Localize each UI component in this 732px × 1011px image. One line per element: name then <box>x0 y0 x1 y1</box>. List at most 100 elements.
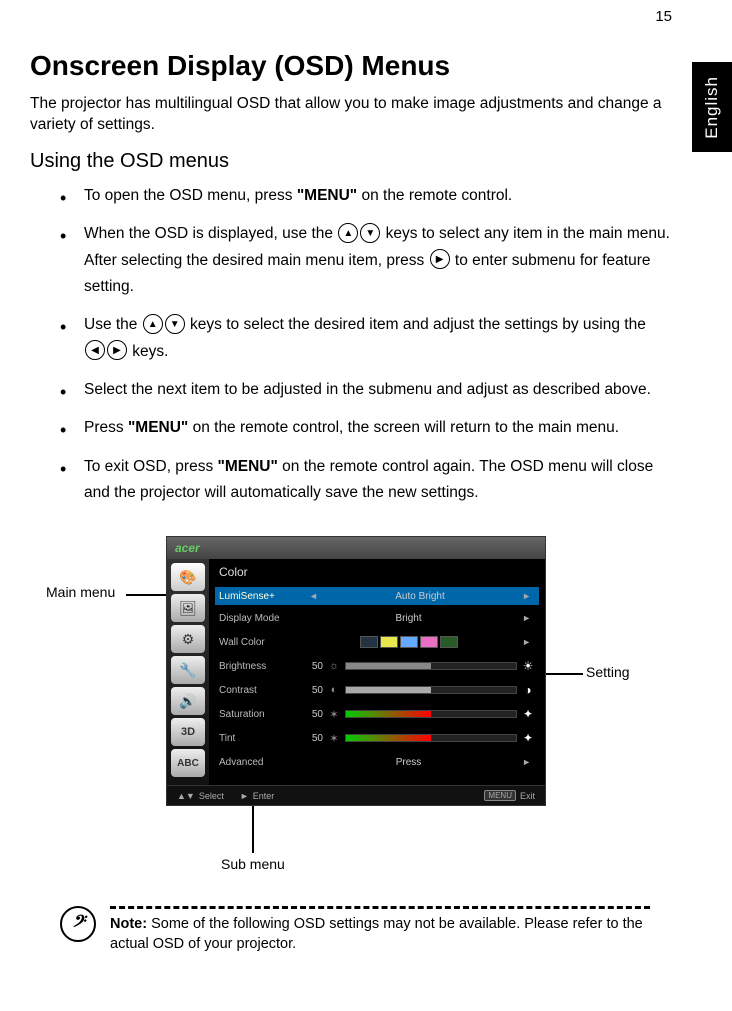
slider-bar <box>345 686 517 694</box>
list-item: Press "MENU" on the remote control, the … <box>60 415 670 441</box>
slider-value: 50 <box>305 709 323 720</box>
note-block: 𝄢 Note: Some of the following OSD settin… <box>30 906 670 954</box>
text: When the OSD is displayed, use the <box>84 225 337 242</box>
text: keys to select the desired item and adju… <box>186 316 646 333</box>
osd-row-wall-color: Wall Color ► <box>219 633 535 651</box>
language-icon: ABC <box>171 749 205 777</box>
osd-main: Color LumiSense+ ◄ Auto Bright ► Display… <box>209 559 545 785</box>
footer-select: ▲▼ Select <box>177 791 224 801</box>
section-heading: Using the OSD menus <box>30 150 682 173</box>
footer-exit: MENU Exit <box>484 790 535 801</box>
osd-row-display-mode: Display Mode Bright ► <box>219 609 535 627</box>
osd-row-contrast: Contrast 50 ◐ ◑ <box>219 681 535 699</box>
osd-footer: ▲▼ Select ► Enter MENU Exit <box>167 785 545 805</box>
osd-brand: acer <box>167 537 545 559</box>
row-label: Wall Color <box>219 637 299 648</box>
row-label: Tint <box>219 733 299 744</box>
slider-bar <box>345 662 517 670</box>
right-arrow-icon: ► <box>518 591 535 601</box>
menu-keyword: "MENU" <box>128 419 188 436</box>
up-icon: ▲ <box>143 314 163 334</box>
management-icon: 🔧 <box>171 656 205 684</box>
dashed-divider <box>110 906 650 909</box>
footer-enter: ► Enter <box>240 791 274 801</box>
audio-icon: 🔊 <box>171 687 205 715</box>
list-item: When the OSD is displayed, use the ▲▼ ke… <box>60 221 670 300</box>
text: on the remote control, the screen will r… <box>188 419 619 436</box>
osd-panel-title: Color <box>219 565 535 579</box>
slider-value: 50 <box>305 685 323 696</box>
setting-icon: ⚙ <box>171 625 205 653</box>
low-contrast-icon: ◐ <box>327 683 341 697</box>
note-text: Note: Some of the following OSD settings… <box>110 915 670 954</box>
row-value: Press <box>305 757 512 768</box>
high-contrast-icon: ◑ <box>521 683 535 697</box>
threed-icon: 3D <box>171 718 205 746</box>
menu-keyword: "MENU" <box>218 458 278 475</box>
instruction-list: To open the OSD menu, press "MENU" on th… <box>30 183 670 506</box>
swatch <box>440 636 458 648</box>
right-arrow-icon: ► <box>518 637 535 647</box>
note-icon: 𝄢 <box>60 906 96 942</box>
note-label: Note: <box>110 916 147 932</box>
swatch <box>360 636 378 648</box>
color-icon: 🎨 <box>171 563 205 591</box>
row-label: Brightness <box>219 661 299 672</box>
low-sat-icon: ✶ <box>327 707 341 721</box>
row-label: Saturation <box>219 709 299 720</box>
list-item: Select the next item to be adjusted in t… <box>60 377 670 403</box>
osd-panel: acer 🎨 🖼 ⚙ 🔧 🔊 3D ABC Color LumiSense+ ◄ <box>166 536 546 806</box>
language-tab: English <box>692 62 732 152</box>
footer-label: Exit <box>520 791 535 801</box>
text: on the remote control. <box>357 187 512 204</box>
low-tint-icon: ✶ <box>327 731 341 745</box>
page-number: 15 <box>655 8 672 25</box>
right-icon: ▶ <box>430 249 450 269</box>
text: Press <box>84 419 128 436</box>
text: To open the OSD menu, press <box>84 187 297 204</box>
text: To exit OSD, press <box>84 458 218 475</box>
osd-row-brightness: Brightness 50 ☼ ☀ <box>219 657 535 675</box>
osd-row-saturation: Saturation 50 ✶ ✦ <box>219 705 535 723</box>
left-icon: ◀ <box>85 340 105 360</box>
right-arrow-icon: ► <box>518 757 535 767</box>
swatch <box>420 636 438 648</box>
osd-row-advanced: Advanced Press ► <box>219 753 535 771</box>
list-item: To exit OSD, press "MENU" on the remote … <box>60 454 670 507</box>
high-tint-icon: ✦ <box>521 731 535 745</box>
slider-bar <box>345 710 517 718</box>
slider-bar <box>345 734 517 742</box>
osd-row-lumisense: LumiSense+ ◄ Auto Bright ► <box>215 587 539 605</box>
row-value: Bright <box>305 613 512 624</box>
osd-figure: Main menu Setting Sub menu acer 🎨 🖼 ⚙ 🔧 … <box>46 536 666 886</box>
menu-keyword: "MENU" <box>297 187 357 204</box>
intro-text: The projector has multilingual OSD that … <box>30 94 670 136</box>
swatch <box>380 636 398 648</box>
note-body: Some of the following OSD settings may n… <box>110 916 643 952</box>
row-label: Advanced <box>219 757 299 768</box>
callout-setting: Setting <box>586 664 630 680</box>
bright-icon: ☀ <box>521 659 535 673</box>
callout-sub-menu: Sub menu <box>221 856 285 872</box>
slider-value: 50 <box>305 661 323 672</box>
left-arrow-icon: ◄ <box>305 591 322 601</box>
down-icon: ▼ <box>165 314 185 334</box>
right-arrow-icon: ► <box>518 613 535 623</box>
up-icon: ▲ <box>338 223 358 243</box>
osd-sidebar: 🎨 🖼 ⚙ 🔧 🔊 3D ABC <box>167 559 209 785</box>
row-value: Auto Bright <box>328 591 512 602</box>
list-item: To open the OSD menu, press "MENU" on th… <box>60 183 670 209</box>
slider-value: 50 <box>305 733 323 744</box>
row-label: Display Mode <box>219 613 299 624</box>
text: Use the <box>84 316 142 333</box>
menu-key-icon: MENU <box>484 790 516 801</box>
footer-label: Enter <box>253 791 275 801</box>
row-label: Contrast <box>219 685 299 696</box>
language-tab-label: English <box>702 76 722 139</box>
row-label: LumiSense+ <box>219 591 299 602</box>
text: keys. <box>128 343 168 360</box>
osd-row-tint: Tint 50 ✶ ✦ <box>219 729 535 747</box>
right-icon: ▶ <box>107 340 127 360</box>
image-icon: 🖼 <box>171 594 205 622</box>
page-title: Onscreen Display (OSD) Menus <box>30 50 682 82</box>
